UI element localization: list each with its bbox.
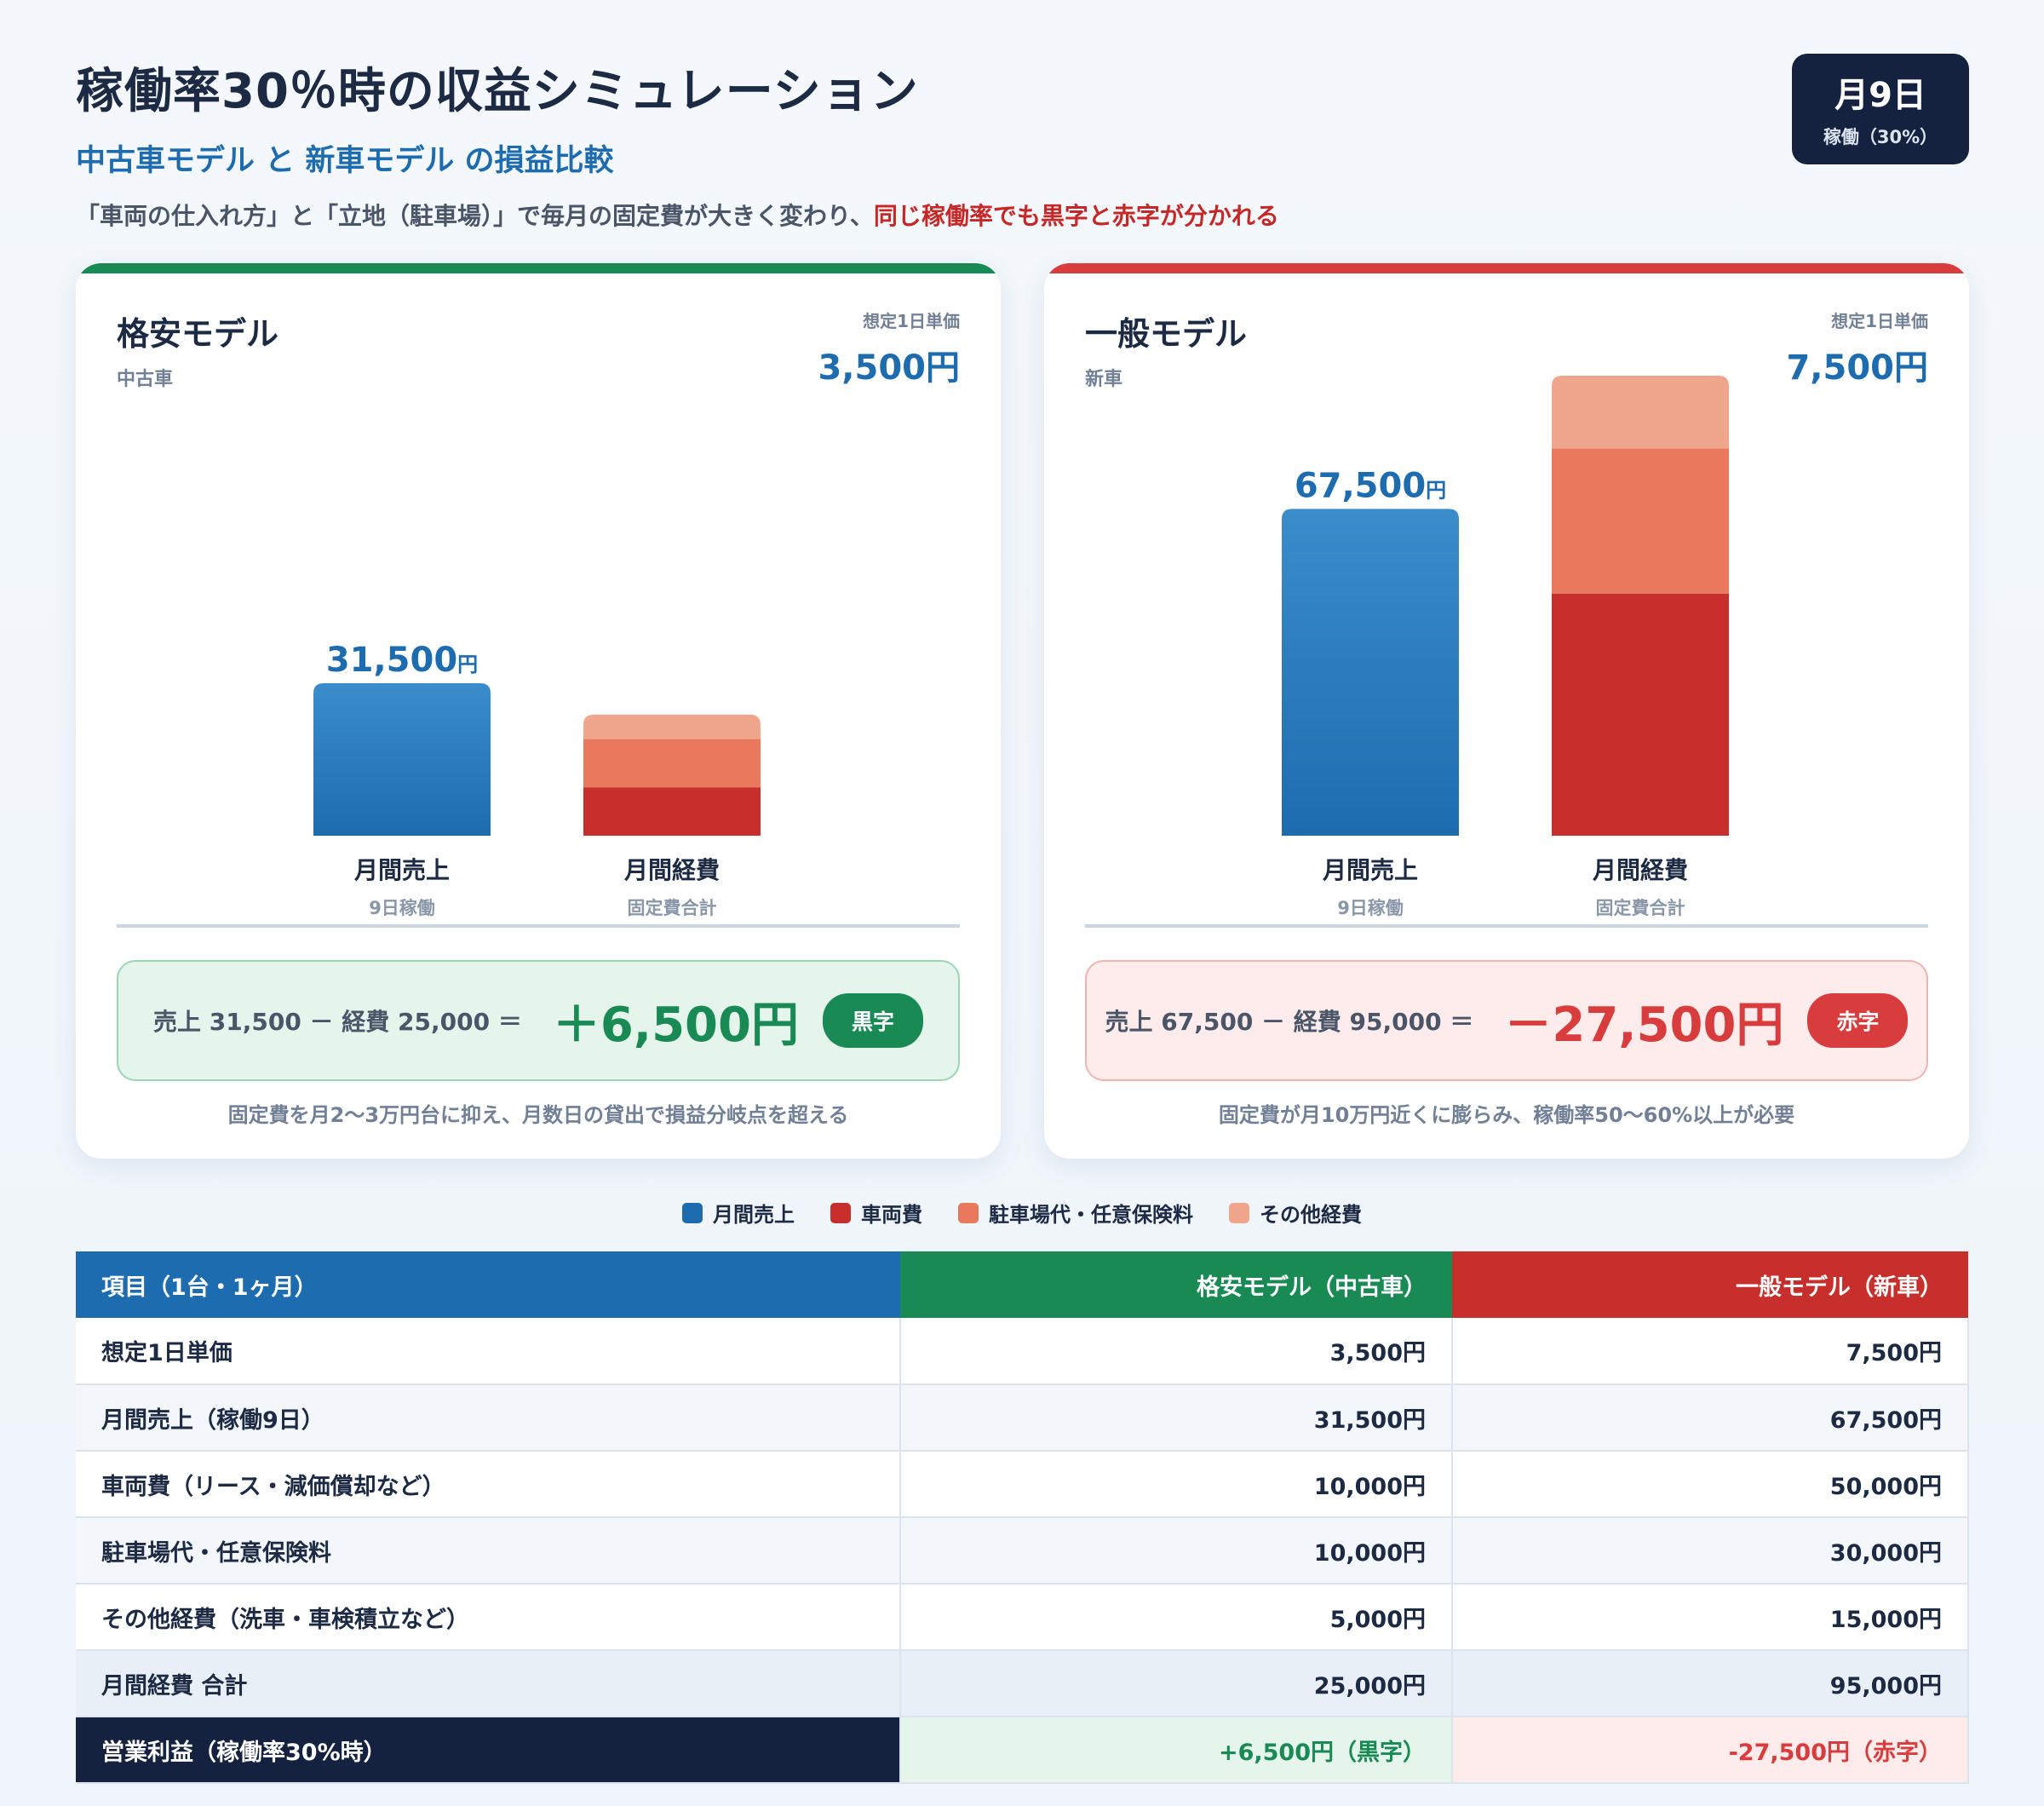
table-row: 車両費（リース・減価償却など） 10,000円 50,000円 [76,1451,1969,1518]
bar-chart: 31,500円月間売上 9日稼働 月間経費固定費合計 [313,641,761,918]
bar-segment [313,682,491,836]
category-sublabel: 9日稼働 [1337,898,1404,918]
row-budget: 31,500円 [900,1384,1453,1452]
legend-item: 駐車場代・任意保険料 [958,1198,1193,1228]
bar-segment [1552,376,1729,449]
lead-plain: 「車両の仕入れ方」と「立地（駐車場）」で毎月の固定費が大きく変わり、 [76,202,874,230]
result-profit: －27,500円 [1504,997,1784,1053]
table-row: 想定1日単価 3,500円 7,500円 [76,1318,1969,1385]
table-header-standard: 一般モデル（新車） [1452,1251,1968,1318]
category-label: 月間経費 [623,856,720,884]
row-standard: 7,500円 [1452,1318,1969,1385]
chart-baseline [117,924,960,928]
category-label: 月間経費 [1592,856,1688,884]
bar-segment [1552,448,1729,594]
standard-model-panel: 一般モデル 新車 想定1日単価 7,500円 67,500円 月間売上 9日稼働 月間… [1044,263,1969,1159]
legend-label: その他経費 [1260,1203,1362,1227]
result-tag: 黒字 [822,993,923,1048]
legend-item: その他経費 [1229,1198,1362,1228]
row-label: 想定1日単価 [76,1318,901,1385]
legend-label: 駐車場代・任意保険料 [989,1203,1193,1227]
row-label: 月間売上（稼働9日） [76,1384,901,1452]
badge-main: 月9日 [1834,76,1926,115]
row-label: 営業利益（稼働率30%時） [76,1717,901,1784]
row-budget: 5,000円 [900,1584,1453,1651]
row-budget: 10,000円 [900,1451,1453,1518]
row-standard: 30,000円 [1452,1517,1969,1585]
row-budget: +6,500円（黒字） [900,1717,1453,1784]
chart-legend: 月間売上 車両費 駐車場代・任意保険料 その他経費 [0,1198,2044,1228]
result-box: 売上 67,500 － 経費 95,000 ＝ －27,500円 赤字 [1085,960,1928,1081]
bar-segment [1552,593,1729,836]
bar-segment [583,739,761,788]
row-standard: 67,500円 [1452,1384,1969,1452]
category-label: 月間売上 [353,856,450,884]
legend-item: 車両費 [830,1198,922,1228]
badge-sub: 稼働（30%） [1823,127,1938,147]
row-standard: 95,000円 [1452,1650,1969,1717]
result-formula: 売上 67,500 － 経費 95,000 ＝ [1105,1008,1474,1036]
panel-note: 固定費が月10万円近くに膨らみ、稼働率50〜60%以上が必要 [1218,1103,1795,1127]
table-row-total: 月間経費 合計 25,000円 95,000円 [76,1650,1969,1717]
table-row: その他経費（洗車・車検積立など） 5,000円 15,000円 [76,1584,1969,1651]
table-header-budget: 格安モデル（中古車） [900,1251,1452,1318]
category-label: 月間売上 [1322,856,1418,884]
bar-chart: 67,500円月間売上 9日稼働 月間経費固定費合計 [1282,376,1729,918]
row-standard: -27,500円（赤字） [1452,1717,1969,1784]
page-subtitle: 中古車モデル と 新車モデル の損益比較 [76,144,614,178]
result-box: 売上 31,500 － 経費 25,000 ＝ ＋6,500円 黒字 [117,960,960,1081]
result-formula: 売上 31,500 － 経費 25,000 ＝ [153,1008,522,1036]
comparison-table: 項目（1台・1ヶ月） 格安モデル（中古車） 一般モデル（新車） 想定1日単価 3,… [76,1251,1969,1784]
page-title: 稼働率30％時の収益シミュレーション [76,64,919,119]
row-budget: 25,000円 [900,1650,1453,1717]
panel-note: 固定費を月2〜3万円台に抑え、月数日の貸出で損益分岐点を超える [227,1103,849,1127]
row-label: その他経費（洗車・車検積立など） [76,1584,901,1651]
category-sublabel: 固定費合計 [628,898,717,918]
bar-value-label: 31,500円 [326,641,478,680]
legend-label: 月間売上 [713,1203,795,1227]
legend-item: 月間売上 [682,1198,795,1228]
result-profit: ＋6,500円 [552,997,799,1053]
row-label: 月間経費 合計 [76,1650,901,1717]
category-sublabel: 9日稼働 [369,898,435,918]
row-standard: 15,000円 [1452,1584,1969,1651]
bar-segment [583,714,761,739]
table-row: 月間売上（稼働9日） 31,500円 67,500円 [76,1384,1969,1452]
budget-model-panel: 格安モデル 中古車 想定1日単価 3,500円 31,500円 月間売上 9日稼働月… [76,263,1001,1159]
bar-segment [1282,509,1459,836]
bar-segment [583,787,761,836]
chart-baseline [1085,924,1928,928]
table-header-row: 項目（1台・1ヶ月） 格安モデル（中古車） 一般モデル（新車） [76,1251,1968,1318]
row-budget: 10,000円 [900,1517,1453,1585]
row-label: 駐車場代・任意保険料 [76,1517,901,1585]
row-budget: 3,500円 [900,1318,1453,1385]
category-sublabel: 固定費合計 [1596,898,1685,918]
row-label: 車両費（リース・減価償却など） [76,1451,901,1518]
row-standard: 50,000円 [1452,1451,1969,1518]
legend-swatch [830,1202,851,1223]
legend-swatch [958,1202,979,1223]
utilization-badge: 月9日 稼働（30%） [1792,54,1969,164]
legend-label: 車両費 [861,1203,922,1227]
bar-value-label: 67,500円 [1295,466,1446,505]
table-row-profit: 営業利益（稼働率30%時） +6,500円（黒字） -27,500円（赤字） [76,1717,1969,1784]
result-tag: 赤字 [1807,993,1909,1048]
legend-swatch [1229,1202,1249,1223]
table-header-item: 項目（1台・1ヶ月） [76,1251,900,1318]
table-row: 駐車場代・任意保険料 10,000円 30,000円 [76,1517,1969,1585]
legend-swatch [682,1202,703,1223]
lead-highlight: 同じ稼働率でも黒字と赤字が分かれる [873,202,1279,230]
lead-text: 「車両の仕入れ方」と「立地（駐車場）」で毎月の固定費が大きく変わり、同じ稼働率で… [76,198,1279,232]
